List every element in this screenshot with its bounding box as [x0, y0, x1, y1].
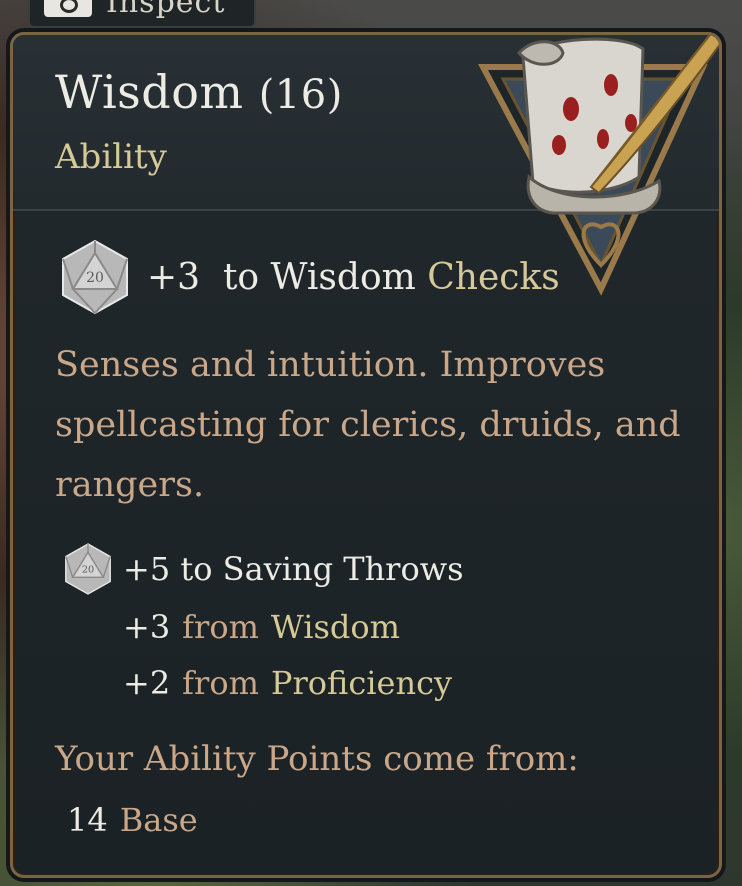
saving-throw-source: +3 from Wisdom [123, 599, 464, 655]
saving-throws-title: +5 to Saving Throws [123, 550, 464, 588]
ability-points-title: Your Ability Points come from: [55, 739, 579, 779]
points-source-name: Base [119, 801, 198, 839]
source-from: from [182, 608, 259, 646]
check-text: to Wisdom [222, 256, 416, 298]
saving-throws-row: 20 +5 to Saving Throws [63, 539, 464, 599]
saving-throws-block: 20 +5 to Saving Throws +3 from Wisdom +2… [63, 539, 464, 711]
inspect-icon [44, 0, 92, 17]
ability-check-row: 20 +3 to Wisdom Checks [59, 237, 560, 317]
d20-icon: 20 [62, 239, 128, 315]
source-value: +2 [123, 664, 171, 702]
ability-points-source: 14 Base [67, 801, 198, 839]
saving-throw-source: +2 from Proficiency [123, 655, 464, 711]
source-value: +3 [123, 608, 171, 646]
ability-description: Senses and intuition. Improves spellcast… [55, 345, 681, 505]
game-scene: Inspect Wisdom (16) Ability 20 +3 to Wis… [0, 0, 742, 886]
source-name: Proficiency [270, 664, 453, 702]
check-modifier: +3 [147, 256, 201, 298]
ability-tooltip: Wisdom (16) Ability 20 +3 to Wisdom Chec… [10, 32, 722, 878]
source-from: from [182, 664, 259, 702]
tooltip-subtitle: Ability [55, 137, 167, 177]
points-value: 14 [67, 801, 108, 839]
tooltip-title: Wisdom (16) [55, 65, 343, 119]
ability-score: (16) [258, 72, 343, 118]
check-keyword: Checks [427, 256, 560, 298]
check-line: +3 to Wisdom Checks [147, 257, 560, 298]
svg-text:20: 20 [86, 270, 104, 286]
ability-name: Wisdom [55, 65, 244, 119]
svg-text:20: 20 [82, 564, 94, 575]
inspect-tab[interactable]: Inspect [28, 0, 256, 28]
d20-icon: 20 [65, 543, 111, 595]
source-name: Wisdom [270, 608, 400, 646]
inspect-tab-label: Inspect [106, 0, 226, 20]
